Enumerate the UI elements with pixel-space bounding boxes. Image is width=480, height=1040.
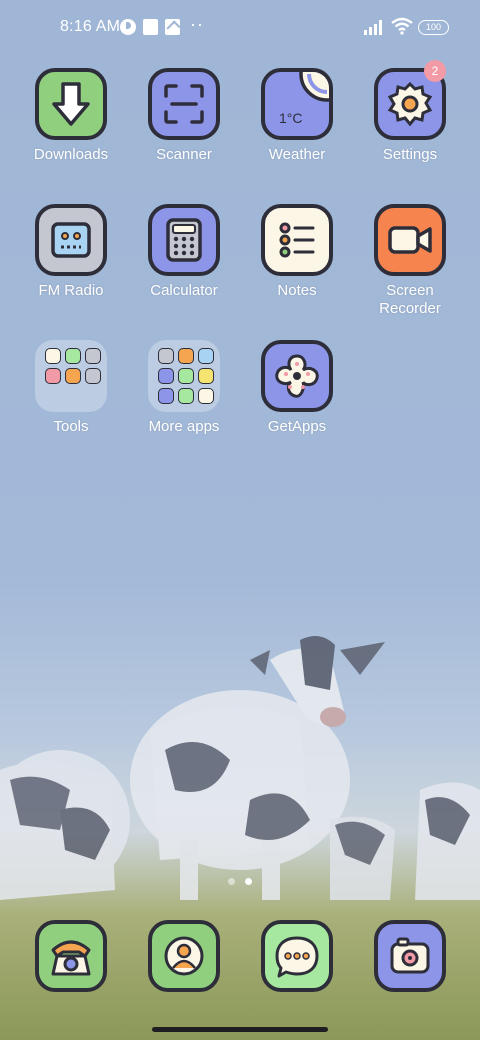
app-notes[interactable]: Notes [241, 204, 353, 300]
app-label: Weather [268, 146, 326, 163]
mini-app-icon [178, 388, 194, 404]
dock-camera[interactable] [354, 920, 466, 992]
video-camera-icon [374, 204, 446, 276]
app-label: Calculator [150, 282, 218, 299]
messages-icon [261, 920, 333, 992]
app-calculator[interactable]: Calculator [128, 204, 240, 300]
app-weather[interactable]: 1°C Weather [241, 68, 353, 164]
camera-icon [374, 920, 446, 992]
folder-tools[interactable]: Tools [15, 340, 127, 436]
folder-more-apps[interactable]: More apps [128, 340, 240, 436]
mini-app-icon [198, 348, 214, 364]
page-dot [228, 878, 235, 885]
app-label: Settings [382, 146, 438, 163]
mini-app-icon [158, 388, 174, 404]
app-label: More apps [148, 418, 220, 435]
calculator-icon [148, 204, 220, 276]
mini-app-icon [158, 348, 174, 364]
dock-phone[interactable] [15, 920, 127, 992]
square-notification-icon [143, 19, 158, 35]
notes-list-icon [261, 204, 333, 276]
app-fm-radio[interactable]: FM Radio [15, 204, 127, 300]
mini-app-icon [158, 368, 174, 384]
signal-icon [364, 20, 382, 35]
folder-icon [35, 340, 107, 412]
mini-app-icon [45, 348, 61, 364]
mini-app-icon [198, 388, 214, 404]
phone-icon [35, 920, 107, 992]
weather-icon: 1°C [261, 68, 333, 140]
battery-icon: 100 [418, 20, 449, 35]
more-notifications-dots: ·· [190, 14, 204, 34]
mini-app-icon [65, 348, 81, 364]
notification-badge: 2 [424, 60, 446, 82]
wifi-icon [391, 17, 413, 35]
mini-app-icon [178, 368, 194, 384]
app-label: GetApps [267, 418, 327, 435]
page-dot-active [245, 878, 252, 885]
flower-icon [261, 340, 333, 412]
app-label: Scanner [156, 146, 212, 163]
status-time: 8:16 AM [60, 18, 121, 35]
app-settings[interactable]: 2 Settings [354, 60, 466, 164]
box-notification-icon [165, 19, 180, 35]
contacts-icon [148, 920, 220, 992]
weather-temperature: 1°C [279, 110, 303, 126]
app-label: Downloads [33, 146, 109, 163]
app-label: FM Radio [38, 282, 104, 299]
mini-app-icon [45, 368, 61, 384]
app-label: Notes [277, 282, 317, 299]
radio-icon [35, 204, 107, 276]
folder-icon [148, 340, 220, 412]
circle-status-icon [120, 19, 136, 35]
app-getapps[interactable]: GetApps [241, 340, 353, 436]
mini-app-icon [65, 368, 81, 384]
dock-contacts[interactable] [128, 920, 240, 992]
app-label: Screen Recorder [379, 282, 441, 317]
download-arrow-icon [35, 68, 107, 140]
status-bar: 8:16 AM ·· 100 [0, 0, 480, 56]
app-scanner[interactable]: Scanner [128, 68, 240, 164]
mini-app-icon [198, 368, 214, 384]
mini-app-icon [85, 348, 101, 364]
app-downloads[interactable]: Downloads [15, 68, 127, 164]
app-screen-recorder[interactable]: Screen Recorder [354, 204, 466, 318]
dock-messages[interactable] [241, 920, 353, 992]
mini-app-icon [178, 348, 194, 364]
mini-app-icon [85, 368, 101, 384]
home-gesture-bar[interactable] [152, 1027, 328, 1032]
app-label: Tools [53, 418, 89, 435]
page-indicator [226, 878, 256, 886]
scan-frame-icon [148, 68, 220, 140]
